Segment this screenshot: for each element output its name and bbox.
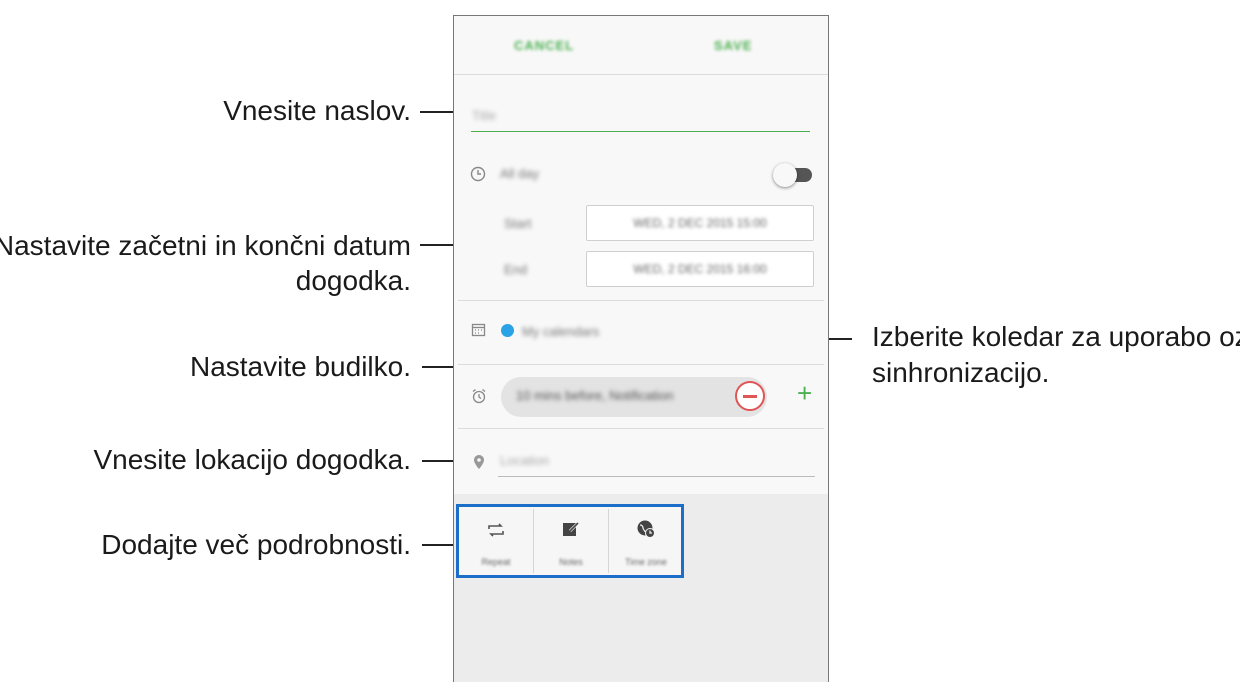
location-input[interactable]: Location (500, 453, 549, 468)
time-zone-label: Time zone (625, 557, 667, 567)
callout-alarm: Nastavite budilko. (189, 351, 411, 382)
notes-label: Notes (559, 557, 583, 567)
dates-divider (458, 300, 824, 301)
calendar-selector[interactable]: My calendars (522, 324, 599, 339)
cancel-button[interactable]: CANCEL (514, 38, 574, 53)
repeat-icon (486, 521, 506, 544)
location-underline (498, 476, 815, 477)
all-day-toggle-knob[interactable] (773, 163, 797, 187)
notes-button[interactable]: Notes (534, 507, 608, 575)
callout-location: Vnesite lokacijo dogodka. (93, 444, 411, 475)
calendar-icon (471, 322, 486, 342)
remove-reminder-button[interactable] (735, 381, 765, 411)
callout-title: Vnesite naslov. (223, 95, 411, 126)
more-details-buttons: Repeat Notes Time zone (456, 504, 684, 578)
calendar-divider (458, 364, 824, 365)
location-pin-icon (473, 454, 485, 475)
repeat-label: Repeat (481, 557, 511, 567)
calendar-color-dot (501, 324, 514, 337)
start-date-value: WED, 2 DEC 2015 15:00 (633, 216, 767, 230)
reminder-label: 10 mins before, Notification (516, 388, 674, 403)
phone-screen: CANCEL SAVE Title All day Start WED, 2 D… (453, 15, 829, 682)
notes-icon (562, 520, 580, 543)
title-input[interactable]: Title (472, 108, 496, 123)
end-date-value: WED, 2 DEC 2015 16:00 (633, 262, 767, 276)
start-date-field[interactable]: WED, 2 DEC 2015 15:00 (586, 205, 814, 241)
alarm-icon (471, 388, 487, 409)
all-day-label: All day (500, 166, 540, 181)
time-zone-button[interactable]: Time zone (609, 507, 683, 575)
header-divider (454, 74, 828, 75)
callout-calendar-line1: Izberite koledar za uporabo oz. (872, 321, 1240, 352)
title-underline (471, 131, 810, 132)
repeat-button[interactable]: Repeat (459, 507, 533, 575)
start-label: Start (504, 216, 532, 231)
add-reminder-button[interactable]: + (797, 378, 812, 408)
callout-calendar-line2: sinhronizacijo. (872, 357, 1050, 388)
callout-dates-line1: Nastavite začetni in končni datum (0, 230, 411, 261)
time-zone-icon (636, 519, 656, 544)
clock-icon (470, 166, 486, 187)
save-button[interactable]: SAVE (714, 38, 752, 53)
end-label: End (504, 262, 528, 277)
callout-more-line (422, 544, 456, 546)
callout-more: Dodajte več podrobnosti. (101, 529, 411, 560)
callout-dates-line2: dogodka. (295, 265, 411, 296)
reminder-divider (458, 428, 824, 429)
end-date-field[interactable]: WED, 2 DEC 2015 16:00 (586, 251, 814, 287)
